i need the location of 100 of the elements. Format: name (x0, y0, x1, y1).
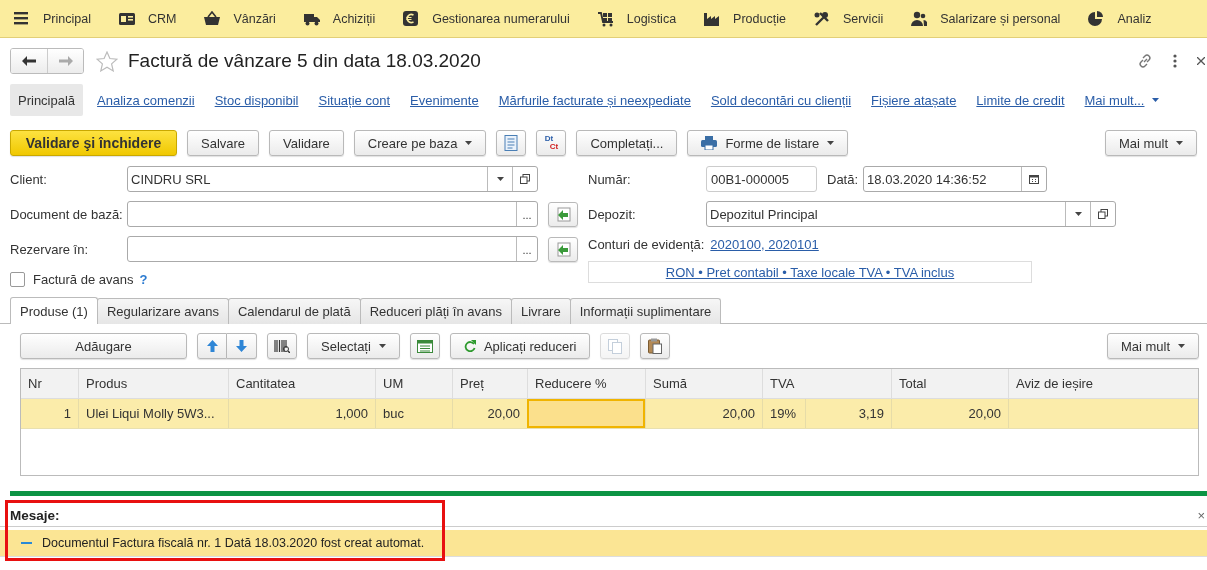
more-menu-button[interactable]: Mai mult (1106, 333, 1199, 359)
move-down-button[interactable] (227, 333, 257, 359)
barcode-icon (274, 339, 290, 353)
field-label: Dată: (827, 171, 859, 187)
spreadsheet-icon (416, 339, 433, 353)
section-link[interactable]: Mărfurile facturate și neexpediate (489, 84, 700, 116)
section-link[interactable]: Mai mult... (1075, 84, 1169, 116)
field-label: Rezervare în: (10, 241, 90, 257)
menu-item[interactable]: Servicii (813, 10, 884, 27)
number-field[interactable]: 00B1-000005 (706, 166, 817, 192)
button[interactable]: Salvare (187, 130, 260, 156)
section-link[interactable]: Situație cont (309, 84, 399, 116)
caret-icon (1152, 98, 1160, 102)
input-field[interactable]: ... (127, 201, 538, 227)
button[interactable]: Completați... (576, 130, 678, 156)
menu-item[interactable]: Salarizare și personal (911, 10, 1061, 27)
section-link[interactable]: Sold decontări cu clienții (701, 84, 861, 116)
choose-button[interactable]: ... (516, 237, 537, 261)
choose-button[interactable]: ... (516, 202, 537, 226)
section-tab[interactable]: Principală (10, 84, 84, 116)
column-header[interactable]: Aviz de ieșire (1008, 369, 1198, 398)
button[interactable]: Adăugare (20, 333, 187, 359)
fill-from-icon (555, 241, 571, 257)
barcode-button[interactable] (267, 333, 297, 359)
menu-item[interactable]: Gestionarea numerarului (403, 10, 570, 27)
input-field[interactable]: ... (127, 236, 538, 262)
fill-from-icon (555, 206, 571, 222)
tab[interactable]: Produse (1) (10, 297, 98, 324)
button[interactable]: Validare (269, 130, 344, 156)
shelf-cart-icon (597, 10, 614, 27)
menu-item[interactable]: Producție (704, 10, 786, 27)
dropdown-button[interactable]: Selectați (307, 333, 400, 359)
section-link[interactable]: Analiza comenzii (88, 84, 204, 116)
close-button[interactable]: × (1197, 507, 1205, 523)
link-icon[interactable] (1137, 53, 1153, 69)
back-button[interactable] (11, 49, 47, 73)
tab[interactable]: Calendarul de plată (227, 298, 361, 324)
apply-discounts-button[interactable]: Aplicați reduceri (449, 333, 591, 359)
forward-arrow-icon (58, 56, 73, 66)
section-link[interactable]: Fișiere atașate (862, 84, 966, 116)
table-cell: 3,19 (805, 399, 891, 428)
help-link[interactable]: ? (139, 271, 148, 287)
warehouse-field[interactable]: Depozitul Principal (706, 201, 1116, 227)
tab[interactable]: Regularizare avans (96, 298, 229, 324)
table-cell: 1,000 (228, 399, 375, 428)
tab[interactable]: Reduceri plăți în avans (359, 298, 512, 324)
column-header[interactable]: Total (891, 369, 1008, 398)
close-icon[interactable] (1197, 57, 1205, 65)
calendar-icon (1029, 174, 1040, 184)
menu-item[interactable]: Achiziții (303, 10, 376, 27)
fill-button[interactable] (548, 236, 578, 262)
column-header[interactable]: Reducere % (527, 369, 645, 398)
column-header[interactable]: UM (375, 369, 452, 398)
caret-icon (465, 141, 473, 145)
tab[interactable]: Livrare (510, 298, 571, 324)
column-header[interactable]: Nr (21, 369, 78, 398)
up-arrow-icon (206, 340, 218, 352)
menu-item[interactable]: Analiz (1088, 10, 1152, 27)
column-header[interactable]: Cantitatea (228, 369, 375, 398)
section-link[interactable]: Evenimente (401, 84, 488, 116)
field-label: Conturi de evidență: (588, 236, 705, 252)
date-field[interactable]: 18.03.2020 14:36:52 (863, 166, 1048, 192)
field-label: Număr: (588, 171, 632, 187)
window-title: Factură de vânzare 5 din data 18.03.2020 (128, 50, 482, 72)
basket-icon (204, 10, 221, 27)
menu-item[interactable]: Principal (14, 10, 91, 27)
section-link[interactable]: Stoc disponibil (205, 84, 308, 116)
table-cell-text: 1 (62, 405, 72, 423)
validate-close-button[interactable]: Validare şi închidere (10, 130, 177, 156)
document-list-icon[interactable] (504, 135, 519, 151)
caret-icon (496, 177, 504, 181)
checkbox[interactable] (10, 271, 25, 287)
debit-credit-button[interactable]: Dt Ct (536, 130, 567, 156)
client-field[interactable]: CINDRU SRL (127, 166, 538, 192)
dropdown-button[interactable]: Creare pe baza (353, 130, 487, 156)
column-header[interactable]: TVA (762, 369, 891, 398)
more-menu-button[interactable]: Mai mult (1104, 130, 1197, 156)
column-header[interactable]: Sumă (645, 369, 762, 398)
print-forms-button[interactable]: Forme de listare (687, 130, 849, 156)
price-settings-link[interactable]: RON • Pret contabil • Taxe locale TVA • TVA inclus (665, 264, 955, 280)
message-text: Documentul Factura fiscală nr. 1 Dată 18.03.2020 fost creat automat. (42, 536, 425, 550)
table-cell[interactable] (527, 399, 645, 428)
tab[interactable]: Informații suplimentare (569, 298, 722, 324)
move-up-button[interactable] (197, 333, 227, 359)
more-vertical-icon[interactable] (1173, 54, 1177, 68)
menu-item[interactable]: Logistica (597, 10, 677, 27)
table-button[interactable] (409, 333, 440, 359)
copy-icon (608, 338, 623, 354)
paste-button[interactable] (640, 333, 671, 359)
menu-item[interactable]: CRM (118, 10, 177, 27)
column-header[interactable]: Produs (78, 369, 228, 398)
down-arrow-icon (236, 340, 247, 352)
accounts-link[interactable]: 2020100, 2020101 (710, 236, 819, 252)
section-link[interactable]: Limite de credit (967, 84, 1074, 116)
star-icon[interactable] (96, 50, 118, 72)
fill-button[interactable] (548, 201, 578, 227)
column-header[interactable]: Preț (452, 369, 527, 398)
caret-icon (1178, 344, 1185, 348)
people-icon (911, 10, 928, 27)
menu-item[interactable]: Vânzări (204, 10, 276, 27)
